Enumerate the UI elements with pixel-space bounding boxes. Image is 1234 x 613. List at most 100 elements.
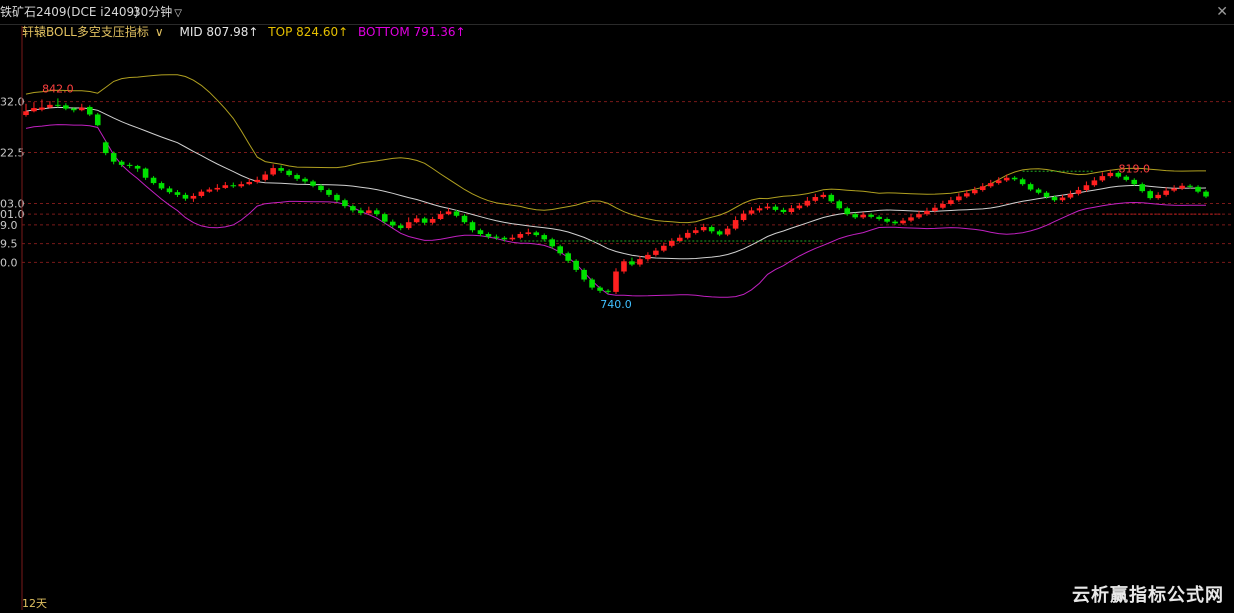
y-tick-label: 32.0 <box>0 96 25 109</box>
candle-body <box>358 210 364 214</box>
candle-body <box>565 253 571 261</box>
candle-body <box>613 271 619 292</box>
candle-body <box>39 107 45 110</box>
candle-body <box>366 210 372 214</box>
candle-body <box>836 201 843 209</box>
candle-body <box>278 168 284 171</box>
candle-body <box>780 209 787 213</box>
candle-body <box>804 200 811 206</box>
y-tick-label: 22.5 <box>0 147 25 160</box>
candle-body <box>94 114 101 126</box>
price-annotation: 842.0 <box>42 82 74 95</box>
candle-body <box>214 187 221 190</box>
candle-body <box>429 218 436 223</box>
candle-body <box>1027 184 1034 190</box>
candlestick-chart[interactable]: 32.022.503.001.09.09.50.0842.0819.0740.0 <box>0 0 1234 613</box>
candle-body <box>900 220 906 224</box>
candle-body <box>485 233 492 237</box>
candle-body <box>661 245 667 251</box>
candle-body <box>310 181 316 186</box>
watermark: 云析赢指标公式网 <box>1072 585 1224 606</box>
candle-body <box>948 200 954 204</box>
candle-body <box>1187 185 1193 187</box>
candle-body <box>262 174 268 180</box>
candle-body <box>1131 179 1138 185</box>
candle-body <box>692 230 699 233</box>
candle-body <box>71 108 77 111</box>
candle-body <box>1051 197 1058 201</box>
price-annotation: 740.0 <box>600 298 632 311</box>
candle-body <box>318 185 324 191</box>
candle-body <box>469 222 476 231</box>
candle-body <box>637 259 643 265</box>
candle-body <box>166 188 173 193</box>
candle-body <box>932 207 938 211</box>
candle-body <box>302 178 308 182</box>
candle-body <box>286 170 292 176</box>
candle-body <box>374 210 380 215</box>
candle-body <box>820 194 827 198</box>
candle-body <box>732 220 739 229</box>
candle-body <box>1147 191 1153 199</box>
candle-body <box>182 194 189 199</box>
candle-body <box>1083 185 1090 191</box>
candle-body <box>389 221 396 226</box>
candle-body <box>541 235 548 240</box>
candle-body <box>669 240 675 246</box>
candle-body <box>852 214 858 218</box>
candle-body <box>198 191 205 196</box>
candle-body <box>956 196 962 201</box>
candle-body <box>748 210 755 214</box>
candle-body <box>1163 190 1169 195</box>
candle-body <box>397 225 404 229</box>
candle-body <box>421 218 428 223</box>
candle-body <box>892 221 898 224</box>
y-tick-label: 0.0 <box>0 256 18 269</box>
candle-body <box>206 189 213 192</box>
candle-body <box>1099 176 1106 181</box>
candle-body <box>1019 179 1026 185</box>
candle-body <box>629 261 635 265</box>
candle-body <box>493 236 500 238</box>
candle-body <box>102 142 109 154</box>
candle-body <box>724 228 731 235</box>
candle-body <box>621 261 627 272</box>
candle-body <box>812 197 819 201</box>
candle-body <box>334 194 340 201</box>
candle-body <box>517 233 524 238</box>
candle-body <box>254 179 260 183</box>
candle-body <box>79 107 85 111</box>
candle-body <box>597 287 603 291</box>
candle-body <box>788 208 795 213</box>
candle-body <box>764 206 771 209</box>
candle-body <box>828 194 835 202</box>
candle-body <box>653 250 659 255</box>
candle-body <box>716 231 723 235</box>
candle-body <box>573 260 579 270</box>
candle-body <box>477 230 484 234</box>
candle-body <box>979 186 986 191</box>
candle-body <box>964 193 970 197</box>
candle-body <box>1123 176 1130 180</box>
candle-body <box>868 214 874 217</box>
candle-body <box>342 200 348 207</box>
candle-body <box>916 214 922 218</box>
candle-body <box>676 237 683 241</box>
candle-body <box>1043 192 1050 198</box>
candle-body <box>222 185 229 188</box>
candle-body <box>884 218 890 222</box>
candle-body <box>1179 185 1185 189</box>
day-count-label: 12天 <box>22 597 47 610</box>
candle-body <box>1067 193 1074 198</box>
candle-body <box>525 232 532 234</box>
candle-body <box>110 153 117 162</box>
candle-body <box>326 190 332 195</box>
candle-body <box>995 180 1002 184</box>
candle-body <box>270 168 276 175</box>
candle-body <box>684 232 691 238</box>
candle-body <box>645 254 651 260</box>
candle-body <box>150 177 157 184</box>
candle-body <box>413 218 420 223</box>
candle-body <box>605 290 611 292</box>
candle-body <box>589 279 595 288</box>
